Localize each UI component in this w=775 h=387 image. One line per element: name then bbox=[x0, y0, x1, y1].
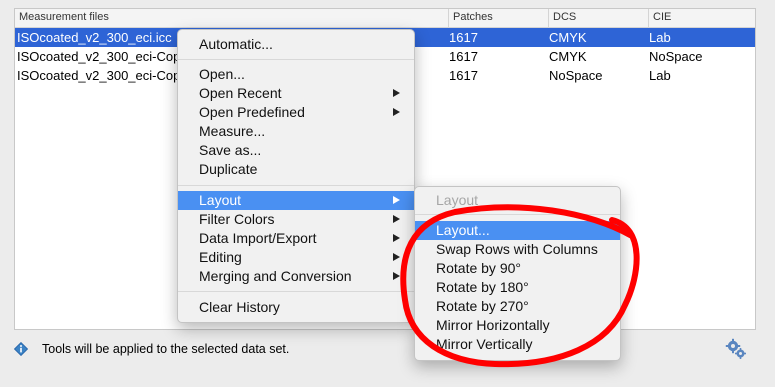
submenu-item-rotate-270[interactable]: Rotate by 270° bbox=[415, 297, 620, 316]
row-cie: NoSpace bbox=[649, 49, 703, 64]
row-cie: Lab bbox=[649, 30, 671, 45]
column-header-dcs[interactable]: DCS bbox=[553, 11, 576, 23]
submenu-arrow-icon bbox=[393, 234, 400, 242]
column-header-cie[interactable]: CIE bbox=[653, 11, 671, 23]
row-dcs: CMYK bbox=[549, 49, 587, 64]
submenu-item-swap-rows-columns[interactable]: Swap Rows with Columns bbox=[415, 240, 620, 259]
row-patches: 1617 bbox=[449, 30, 478, 45]
menu-item-label: Open Predefined bbox=[199, 104, 305, 120]
menu-item-save-as[interactable]: Save as... bbox=[178, 141, 414, 160]
submenu-item-rotate-180[interactable]: Rotate by 180° bbox=[415, 278, 620, 297]
context-menu: Automatic... Open... Open Recent Open Pr… bbox=[177, 29, 415, 323]
menu-item-label: Open Recent bbox=[199, 85, 282, 101]
submenu-arrow-icon bbox=[393, 108, 400, 116]
column-divider bbox=[548, 9, 549, 27]
column-divider bbox=[448, 9, 449, 27]
status-bar: Tools will be applied to the selected da… bbox=[14, 338, 754, 362]
column-divider bbox=[648, 9, 649, 27]
submenu-item-mirror-horizontally[interactable]: Mirror Horizontally bbox=[415, 316, 620, 335]
submenu-arrow-icon bbox=[393, 196, 400, 204]
menu-item-editing[interactable]: Editing bbox=[178, 248, 414, 267]
gear-icon[interactable] bbox=[725, 338, 747, 360]
row-dcs: CMYK bbox=[549, 30, 587, 45]
submenu-arrow-icon bbox=[393, 89, 400, 97]
row-filename: ISOcoated_v2_300_eci-Cop bbox=[17, 49, 177, 64]
menu-separator bbox=[178, 185, 414, 186]
row-cie: Lab bbox=[649, 68, 671, 83]
menu-item-merging-conversion[interactable]: Merging and Conversion bbox=[178, 267, 414, 286]
menu-item-open-recent[interactable]: Open Recent bbox=[178, 84, 414, 103]
row-dcs: NoSpace bbox=[549, 68, 603, 83]
menu-item-label: Layout bbox=[199, 192, 242, 208]
menu-item-measure[interactable]: Measure... bbox=[178, 122, 414, 141]
submenu-item-layout[interactable]: Layout... bbox=[415, 221, 620, 240]
submenu-header-layout: Layout bbox=[436, 192, 479, 208]
row-patches: 1617 bbox=[449, 68, 478, 83]
table-header: Measurement files Patches DCS CIE bbox=[15, 9, 755, 28]
column-header-measurement-files[interactable]: Measurement files bbox=[19, 11, 109, 23]
menu-item-label: Merging and Conversion bbox=[199, 268, 352, 284]
submenu-arrow-icon bbox=[393, 215, 400, 223]
submenu-arrow-icon bbox=[393, 253, 400, 261]
status-text: Tools will be applied to the selected da… bbox=[42, 342, 290, 356]
menu-separator bbox=[178, 59, 414, 60]
layout-submenu: Layout Layout... Swap Rows with Columns … bbox=[414, 186, 621, 361]
menu-separator bbox=[415, 214, 620, 215]
menu-item-clear-history[interactable]: Clear History bbox=[178, 298, 414, 317]
menu-item-label: Data Import/Export bbox=[199, 230, 317, 246]
menu-item-data-import-export[interactable]: Data Import/Export bbox=[178, 229, 414, 248]
submenu-item-rotate-90[interactable]: Rotate by 90° bbox=[415, 259, 620, 278]
info-icon bbox=[14, 342, 28, 356]
row-patches: 1617 bbox=[449, 49, 478, 64]
menu-item-automatic[interactable]: Automatic... bbox=[178, 35, 414, 54]
column-header-patches[interactable]: Patches bbox=[453, 11, 493, 23]
menu-item-filter-colors[interactable]: Filter Colors bbox=[178, 210, 414, 229]
menu-item-label: Editing bbox=[199, 249, 242, 265]
menu-item-open-predefined[interactable]: Open Predefined bbox=[178, 103, 414, 122]
row-filename: ISOcoated_v2_300_eci.icc bbox=[17, 30, 172, 45]
menu-item-open[interactable]: Open... bbox=[178, 65, 414, 84]
menu-item-layout[interactable]: Layout bbox=[178, 191, 414, 210]
menu-item-duplicate[interactable]: Duplicate bbox=[178, 160, 414, 179]
menu-separator bbox=[178, 291, 414, 292]
submenu-arrow-icon bbox=[393, 272, 400, 280]
menu-item-label: Filter Colors bbox=[199, 211, 275, 227]
submenu-item-mirror-vertically[interactable]: Mirror Vertically bbox=[415, 335, 620, 354]
row-filename: ISOcoated_v2_300_eci-Cop bbox=[17, 68, 177, 83]
